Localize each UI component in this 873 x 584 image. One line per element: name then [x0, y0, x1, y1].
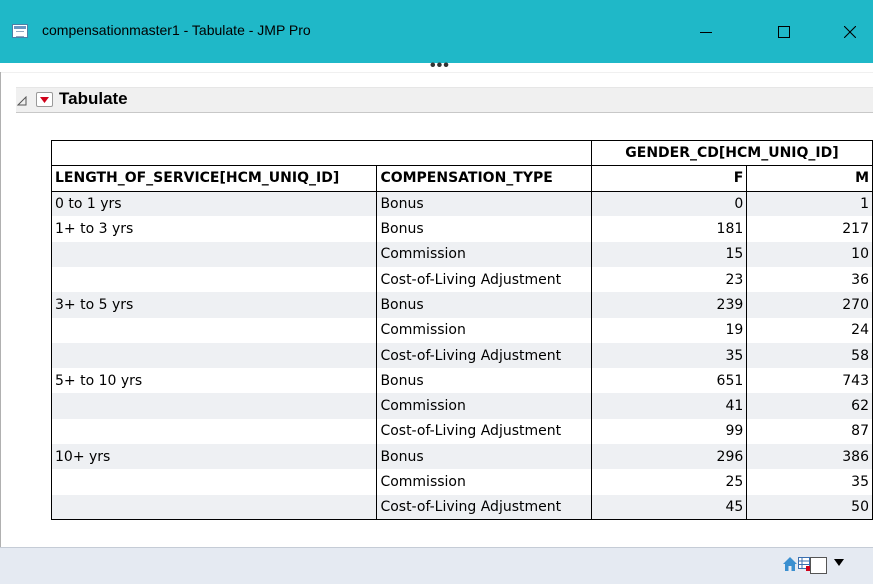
cell-f: 25	[590, 469, 747, 495]
red-triangle-menu-button[interactable]	[36, 92, 53, 107]
window-title: compensationmaster1 - Tabulate - JMP Pro	[42, 22, 311, 38]
cell-type: Bonus	[376, 216, 592, 242]
cell-m: 58	[746, 342, 873, 369]
status-bar	[0, 547, 873, 584]
table-row: Cost-of-Living Adjustment 99 87	[50, 418, 873, 445]
table-row: Commission 19 24	[50, 317, 873, 343]
cell-m: 36	[746, 266, 873, 293]
cell-service: 10+ yrs	[50, 444, 377, 470]
blank-header-cell	[51, 139, 592, 167]
red-triangle-menu-icon	[40, 97, 49, 103]
minimize-icon	[700, 32, 712, 33]
cell-service	[50, 418, 377, 445]
column-header-length-of-service[interactable]: LENGTH_OF_SERVICE[HCM_UNIQ_ID]	[50, 165, 378, 192]
maximize-button[interactable]	[761, 14, 807, 50]
cell-service	[50, 393, 377, 419]
table-body: 0 to 1 yrs Bonus 0 1 1+ to 3 yrs Bonus 1…	[50, 191, 873, 521]
cell-f: 23	[590, 266, 747, 293]
table-row: Commission 15 10	[50, 241, 873, 267]
cell-f: 15	[590, 241, 747, 267]
cell-m: 217	[746, 216, 873, 242]
cell-type: Commission	[376, 317, 592, 343]
tabulate-outline-header[interactable]	[16, 87, 873, 113]
cell-type: Bonus	[376, 444, 592, 470]
cell-m: 1	[746, 191, 873, 217]
close-button[interactable]	[827, 14, 873, 50]
cell-m: 50	[746, 494, 873, 521]
cell-service	[50, 342, 377, 369]
table-row: 10+ yrs Bonus 296 386	[50, 444, 873, 470]
column-header-m[interactable]: M	[746, 165, 873, 192]
cell-m: 10	[746, 241, 873, 267]
title-bar[interactable]: compensationmaster1 - Tabulate - JMP Pro	[0, 0, 873, 63]
table-row: Cost-of-Living Adjustment 23 36	[50, 266, 873, 293]
minimize-button[interactable]	[683, 14, 729, 50]
cell-service	[50, 317, 377, 343]
cell-service: 3+ to 5 yrs	[50, 292, 377, 318]
table-row: Cost-of-Living Adjustment 35 58	[50, 342, 873, 369]
group-header-gender[interactable]: GENDER_CD[HCM_UNIQ_ID]	[590, 139, 873, 167]
cell-m: 386	[746, 444, 873, 470]
cell-service	[50, 266, 377, 293]
cell-f: 41	[590, 393, 747, 419]
outline-title: Tabulate	[59, 89, 128, 108]
cell-f: 296	[590, 444, 747, 470]
table-row: Commission 25 35	[50, 469, 873, 495]
cell-m: 24	[746, 317, 873, 343]
cell-type: Commission	[376, 393, 592, 419]
tabulate-table: GENDER_CD[HCM_UNIQ_ID] LENGTH_OF_SERVICE…	[50, 139, 873, 521]
jmp-app-icon[interactable]	[12, 24, 28, 38]
home-icon[interactable]	[782, 556, 798, 572]
table-row: 1+ to 3 yrs Bonus 181 217	[50, 216, 873, 242]
cell-m: 62	[746, 393, 873, 419]
cell-f: 181	[590, 216, 747, 242]
table-row: 0 to 1 yrs Bonus 0 1	[50, 191, 873, 217]
cell-type: Commission	[376, 241, 592, 267]
cell-service	[50, 469, 377, 495]
column-header-compensation-type[interactable]: COMPENSATION_TYPE	[376, 165, 592, 192]
cell-type: Bonus	[376, 368, 592, 394]
table-row: Commission 41 62	[50, 393, 873, 419]
cell-f: 45	[590, 494, 747, 521]
cell-f: 35	[590, 342, 747, 369]
cell-type: Bonus	[376, 292, 592, 318]
cell-type: Bonus	[376, 191, 592, 217]
column-header-f[interactable]: F	[590, 165, 748, 192]
close-icon	[844, 26, 856, 38]
table-row: 3+ to 5 yrs Bonus 239 270	[50, 292, 873, 318]
more-options-dots[interactable]: •••	[430, 57, 450, 75]
cell-type: Commission	[376, 469, 592, 495]
window-left-border	[0, 72, 1, 547]
cell-service: 1+ to 3 yrs	[50, 216, 377, 242]
cell-f: 239	[590, 292, 747, 318]
dropdown-arrow-icon[interactable]	[834, 559, 844, 567]
cell-type: Cost-of-Living Adjustment	[376, 266, 592, 293]
table-row: Cost-of-Living Adjustment 45 50	[50, 494, 873, 521]
cell-f: 651	[590, 368, 747, 394]
cell-m: 87	[746, 418, 873, 445]
cell-m: 743	[746, 368, 873, 394]
disclosure-triangle-icon[interactable]	[17, 96, 27, 106]
cell-m: 270	[746, 292, 873, 318]
cell-service	[50, 241, 377, 267]
cell-type: Cost-of-Living Adjustment	[376, 494, 592, 521]
cell-f: 99	[590, 418, 747, 445]
cell-service: 5+ to 10 yrs	[50, 368, 377, 394]
cell-service	[50, 494, 377, 521]
checkbox-icon[interactable]	[810, 557, 827, 574]
maximize-icon	[778, 26, 790, 38]
cell-service: 0 to 1 yrs	[50, 191, 377, 217]
cell-type: Cost-of-Living Adjustment	[376, 418, 592, 445]
cell-f: 19	[590, 317, 747, 343]
table-row: 5+ to 10 yrs Bonus 651 743	[50, 368, 873, 394]
cell-m: 35	[746, 469, 873, 495]
cell-f: 0	[590, 191, 747, 217]
cell-type: Cost-of-Living Adjustment	[376, 342, 592, 369]
